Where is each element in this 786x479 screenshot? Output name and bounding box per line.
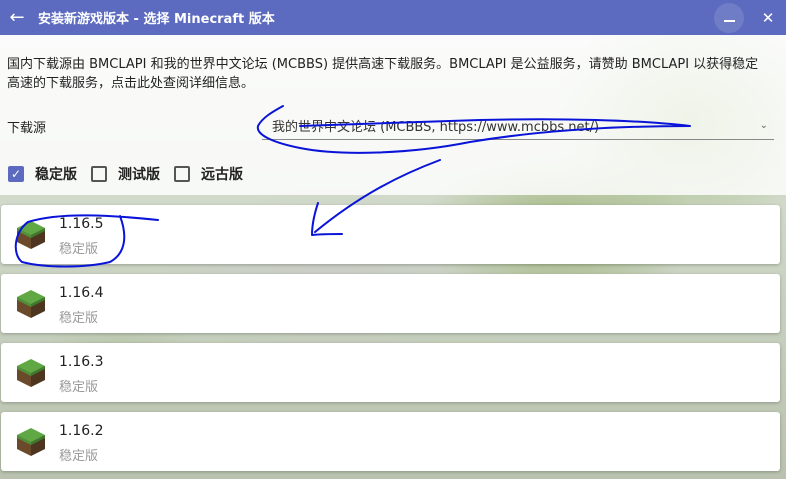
version-type: 稳定版	[59, 380, 99, 395]
filter-snapshot-label: 测试版	[118, 167, 160, 183]
download-source-value: 我的世界中文论坛 (MCBBS, https://www.mcbbs.net/)	[272, 119, 600, 135]
checkbox-checked-icon: ✓	[8, 166, 24, 182]
version-number: 1.16.4	[59, 285, 104, 301]
version-list-item[interactable]: 1.16.3 稳定版	[1, 343, 780, 402]
chevron-down-icon: ⌄	[759, 119, 768, 131]
download-source-select[interactable]: 我的世界中文论坛 (MCBBS, https://www.mcbbs.net/)…	[262, 111, 774, 140]
version-list-item[interactable]: 1.16.5 稳定版	[1, 205, 780, 264]
minimize-icon	[723, 19, 735, 22]
version-number: 1.16.2	[59, 423, 104, 439]
close-icon: ✕	[761, 8, 775, 27]
filter-stable-label: 稳定版	[35, 167, 77, 183]
back-arrow-icon[interactable]: ←	[0, 0, 34, 35]
checkbox-unchecked-icon	[174, 166, 190, 182]
version-number: 1.16.5	[59, 216, 104, 232]
minimize-button[interactable]	[714, 2, 744, 33]
version-list-item[interactable]: 1.16.2 稳定版	[1, 412, 780, 471]
title-bar: ← 安装新游戏版本 - 选择 Minecraft 版本 ✕	[0, 0, 786, 35]
download-source-notice[interactable]: 国内下载源由 BMCLAPI 和我的世界中文论坛 (MCBBS) 提供高速下载服…	[7, 55, 767, 93]
download-source-label: 下载源	[7, 121, 47, 136]
version-list-item[interactable]: 1.16.4 稳定版	[1, 274, 780, 333]
grass-block-icon	[17, 290, 45, 318]
version-type: 稳定版	[59, 242, 99, 257]
grass-block-icon	[17, 221, 45, 249]
version-type: 稳定版	[59, 449, 99, 464]
filter-stable-checkbox[interactable]: ✓ 稳定版	[8, 164, 77, 184]
grass-block-icon	[17, 428, 45, 456]
filter-snapshot-checkbox[interactable]: 测试版	[91, 164, 160, 184]
version-number: 1.16.3	[59, 354, 104, 370]
window-title: 安装新游戏版本 - 选择 Minecraft 版本	[38, 12, 275, 27]
version-type: 稳定版	[59, 311, 99, 326]
filter-old-checkbox[interactable]: 远古版	[174, 164, 243, 184]
close-button[interactable]: ✕	[750, 0, 786, 35]
settings-panel: 国内下载源由 BMCLAPI 和我的世界中文论坛 (MCBBS) 提供高速下载服…	[0, 35, 786, 195]
filter-old-label: 远古版	[201, 167, 243, 183]
version-filter-group: ✓ 稳定版 测试版 远古版	[8, 164, 257, 184]
checkbox-unchecked-icon	[91, 166, 107, 182]
grass-block-icon	[17, 359, 45, 387]
